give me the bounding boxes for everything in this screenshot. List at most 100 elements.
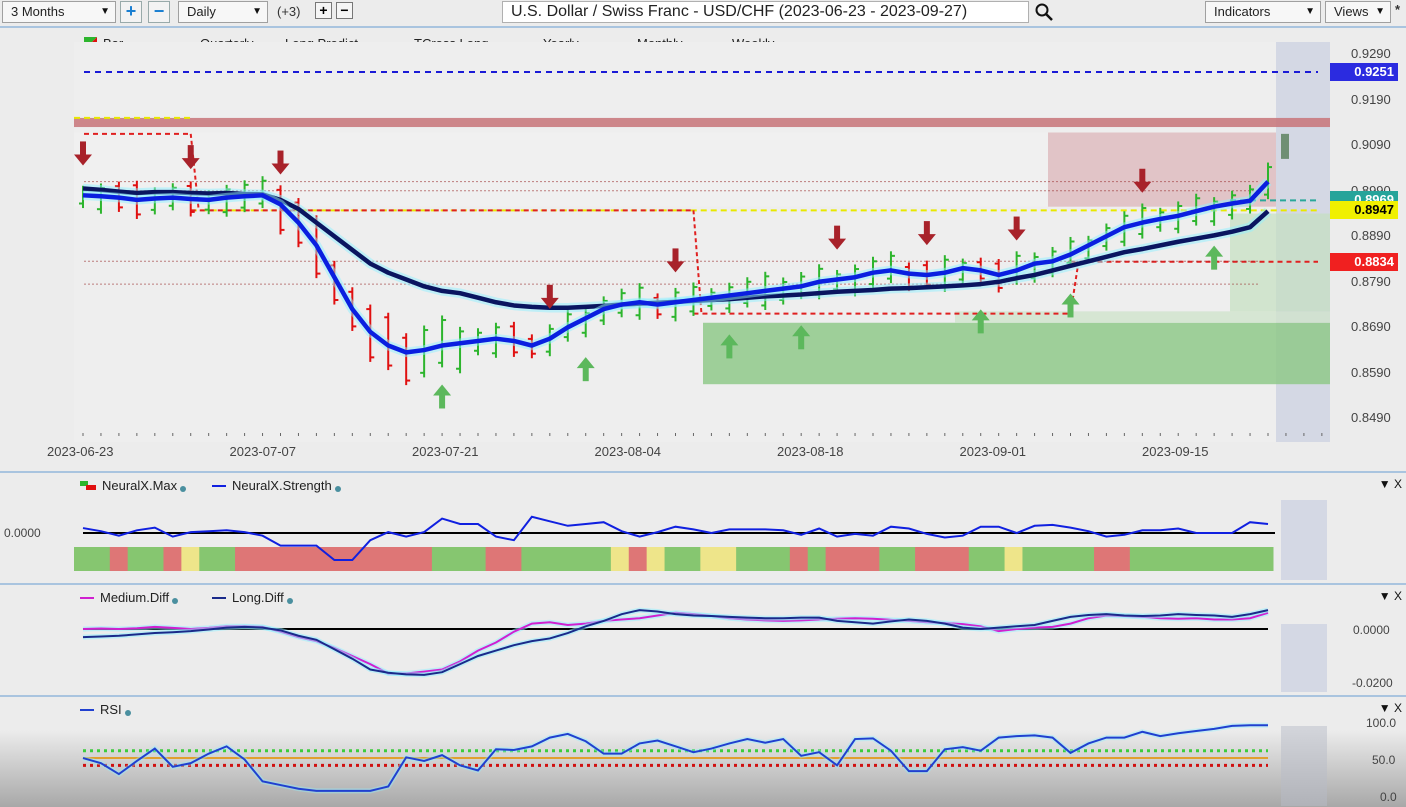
neuralx-max-segment [861,547,880,571]
chevron-down-icon: ▼ [100,6,110,17]
rsi-swatch [80,708,94,711]
neuralx-max-segment [270,547,290,571]
neuralx-max-segment [503,547,522,571]
chevron-down-icon: ▼ [1305,6,1315,17]
neuralx-max-segment [807,547,827,571]
search-button[interactable] [1034,2,1056,22]
neuralx-max-segment [915,547,934,571]
range-select[interactable]: 3 Months ▼ [2,1,116,23]
price-tag: 0.8834 [1330,252,1398,271]
zoom-in-button[interactable]: + [120,1,142,23]
views-select[interactable]: Views ▼ [1325,1,1391,23]
neuralx-max-segment [897,547,916,571]
toolbar: 3 Months ▼ + − Daily ▼ (+3) + − U.S. Dol… [0,0,1406,28]
neuralx-max-segment [1147,547,1167,571]
price-tick-label: 0.8590 [1351,364,1391,380]
neuralx-max-segment [843,547,862,571]
neuralx-max-segment [646,547,666,571]
neuralx-strength-swatch [212,484,226,487]
neuralx-max-segment [181,547,200,571]
price-tick-label: 0.8890 [1351,228,1391,244]
neuralx-max-segment [825,547,845,571]
search-icon [1035,3,1053,21]
neuralx-max-segment [431,547,451,571]
pane-menu-icon[interactable]: ▼ [1379,477,1391,491]
chevron-down-icon: ▼ [252,6,262,17]
neuralx-max-segment [754,547,773,571]
neuralx-max-segment [396,547,415,571]
neuralx-max-segment [736,547,755,571]
pane-controls[interactable]: ▼ X [1379,477,1402,491]
offset-minus-button[interactable]: − [336,2,353,19]
neuralx-max-segment [378,547,397,571]
pane-close-icon[interactable]: X [1394,477,1402,491]
neuralx-max-segment [968,547,988,571]
resistance-band [74,117,1330,128]
future-zone [1281,726,1327,806]
neuralx-max-segment [235,547,254,571]
indicators-select[interactable]: Indicators ▼ [1205,1,1321,23]
neuralx-max-segment [932,547,952,571]
neuralx-max-segment [109,547,129,571]
zoom-out-button[interactable]: − [148,1,170,23]
offset-plus-button[interactable]: + [315,2,332,19]
date-tick-label: 2023-09-01 [959,444,1027,459]
neuralx-max-segment [789,547,809,571]
neuralx-max-segment [467,547,487,571]
neuralx-max-segment [414,547,433,571]
neuralx-max-segment [575,547,594,571]
neuralx-max-segment [145,547,164,571]
neuralx-max-segment [592,547,612,571]
neuralx-max-segment [485,547,504,571]
future-zone [1281,500,1327,580]
neuralx-max-segment [1004,547,1023,571]
neuralx-max-segment [1022,547,1041,571]
price-tick-label: 0.8690 [1351,319,1391,335]
neuralx-max-segment [163,547,182,571]
future-zone [1281,624,1327,692]
forecast-bar [1281,133,1289,159]
neuralx-max-segment [127,547,147,571]
resistance-zone [1048,132,1276,207]
chevron-down-icon: ▼ [1375,6,1385,17]
neuralx-max-segment [1040,547,1059,571]
medium-diff-swatch [80,596,94,599]
neuralx-max-segment [252,547,272,571]
neuralx-max-segment [879,547,898,571]
neuralx-max-segment [664,547,683,571]
neuralx-max-segment [360,547,379,571]
neuralx-max-segment [217,547,236,571]
date-tick-label: 2023-07-07 [229,444,297,459]
interval-select[interactable]: Daily ▼ [178,1,268,23]
indicators-select-value: Indicators [1214,4,1271,19]
neuralx-max-segment [521,547,540,571]
neuralx-max-segment [1255,547,1274,571]
neuralx-max-segment [449,547,469,571]
date-tick-label: 2023-08-18 [777,444,844,459]
price-tag: 0.9251 [1330,62,1398,81]
neuralx-max-segment [1183,547,1202,571]
price-tick-label: 0.8790 [1351,273,1391,289]
diff-chart[interactable] [0,600,1406,692]
neuralx-max-segment [1129,547,1149,571]
neuralx-max-segment [1094,547,1113,571]
neuralx-max-segment [771,547,791,571]
price-tick-label: 0.9290 [1351,46,1391,62]
price-chart[interactable] [0,30,1406,470]
chart-title[interactable]: U.S. Dollar / Swiss Franc - USD/CHF (202… [502,1,1029,23]
date-tick-label: 2023-06-23 [47,444,114,459]
neuralx-max-segment [1219,547,1238,571]
neuralx-max-segment [1165,547,1185,571]
rsi-chart[interactable] [0,712,1406,807]
neuralx-max-segment [950,547,970,571]
neuralx-max-segment [539,547,558,571]
long-diff-swatch [212,596,226,599]
neuralx-max-segment [557,547,576,571]
neuralx-max-segment [1058,547,1077,571]
neuralx-max-segment [199,547,218,571]
neuralx-max-segment [628,547,648,571]
medium-diff-line [82,611,1269,675]
neuralx-max-segment [682,547,701,571]
neuralx-max-segment [610,547,630,571]
neuralx-chart[interactable] [0,490,1406,580]
